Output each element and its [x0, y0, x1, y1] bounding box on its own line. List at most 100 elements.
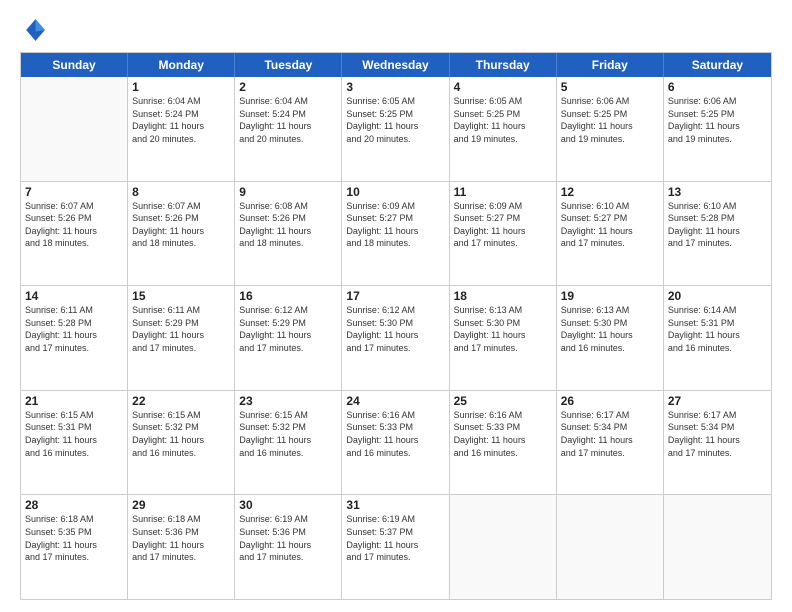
day-cell-13: 13Sunrise: 6:10 AM Sunset: 5:28 PM Dayli… [664, 182, 771, 286]
day-cell-31: 31Sunrise: 6:19 AM Sunset: 5:37 PM Dayli… [342, 495, 449, 599]
day-cell-5: 5Sunrise: 6:06 AM Sunset: 5:25 PM Daylig… [557, 77, 664, 181]
day-number: 23 [239, 394, 337, 408]
day-info: Sunrise: 6:13 AM Sunset: 5:30 PM Dayligh… [454, 304, 552, 354]
day-info: Sunrise: 6:15 AM Sunset: 5:32 PM Dayligh… [239, 409, 337, 459]
header-day-saturday: Saturday [664, 53, 771, 77]
day-number: 18 [454, 289, 552, 303]
day-number: 14 [25, 289, 123, 303]
day-number: 20 [668, 289, 767, 303]
day-number: 15 [132, 289, 230, 303]
day-number: 6 [668, 80, 767, 94]
day-info: Sunrise: 6:09 AM Sunset: 5:27 PM Dayligh… [454, 200, 552, 250]
calendar: SundayMondayTuesdayWednesdayThursdayFrid… [20, 52, 772, 600]
day-number: 25 [454, 394, 552, 408]
day-cell-18: 18Sunrise: 6:13 AM Sunset: 5:30 PM Dayli… [450, 286, 557, 390]
day-cell-11: 11Sunrise: 6:09 AM Sunset: 5:27 PM Dayli… [450, 182, 557, 286]
day-number: 5 [561, 80, 659, 94]
day-info: Sunrise: 6:19 AM Sunset: 5:37 PM Dayligh… [346, 513, 444, 563]
day-info: Sunrise: 6:07 AM Sunset: 5:26 PM Dayligh… [132, 200, 230, 250]
day-number: 3 [346, 80, 444, 94]
calendar-row-1: 7Sunrise: 6:07 AM Sunset: 5:26 PM Daylig… [21, 182, 771, 287]
day-number: 30 [239, 498, 337, 512]
day-info: Sunrise: 6:06 AM Sunset: 5:25 PM Dayligh… [668, 95, 767, 145]
day-info: Sunrise: 6:13 AM Sunset: 5:30 PM Dayligh… [561, 304, 659, 354]
day-info: Sunrise: 6:08 AM Sunset: 5:26 PM Dayligh… [239, 200, 337, 250]
day-info: Sunrise: 6:18 AM Sunset: 5:35 PM Dayligh… [25, 513, 123, 563]
calendar-row-3: 21Sunrise: 6:15 AM Sunset: 5:31 PM Dayli… [21, 391, 771, 496]
day-cell-8: 8Sunrise: 6:07 AM Sunset: 5:26 PM Daylig… [128, 182, 235, 286]
day-info: Sunrise: 6:05 AM Sunset: 5:25 PM Dayligh… [454, 95, 552, 145]
header-day-sunday: Sunday [21, 53, 128, 77]
header-day-wednesday: Wednesday [342, 53, 449, 77]
day-number: 10 [346, 185, 444, 199]
day-cell-6: 6Sunrise: 6:06 AM Sunset: 5:25 PM Daylig… [664, 77, 771, 181]
page: SundayMondayTuesdayWednesdayThursdayFrid… [0, 0, 792, 612]
empty-cell [450, 495, 557, 599]
day-cell-10: 10Sunrise: 6:09 AM Sunset: 5:27 PM Dayli… [342, 182, 449, 286]
header-day-thursday: Thursday [450, 53, 557, 77]
day-cell-26: 26Sunrise: 6:17 AM Sunset: 5:34 PM Dayli… [557, 391, 664, 495]
day-info: Sunrise: 6:15 AM Sunset: 5:32 PM Dayligh… [132, 409, 230, 459]
day-number: 13 [668, 185, 767, 199]
day-cell-2: 2Sunrise: 6:04 AM Sunset: 5:24 PM Daylig… [235, 77, 342, 181]
day-number: 24 [346, 394, 444, 408]
day-cell-16: 16Sunrise: 6:12 AM Sunset: 5:29 PM Dayli… [235, 286, 342, 390]
day-info: Sunrise: 6:12 AM Sunset: 5:30 PM Dayligh… [346, 304, 444, 354]
day-info: Sunrise: 6:11 AM Sunset: 5:29 PM Dayligh… [132, 304, 230, 354]
day-info: Sunrise: 6:10 AM Sunset: 5:28 PM Dayligh… [668, 200, 767, 250]
day-cell-4: 4Sunrise: 6:05 AM Sunset: 5:25 PM Daylig… [450, 77, 557, 181]
day-info: Sunrise: 6:04 AM Sunset: 5:24 PM Dayligh… [239, 95, 337, 145]
day-number: 26 [561, 394, 659, 408]
day-number: 16 [239, 289, 337, 303]
day-cell-17: 17Sunrise: 6:12 AM Sunset: 5:30 PM Dayli… [342, 286, 449, 390]
day-number: 2 [239, 80, 337, 94]
day-info: Sunrise: 6:17 AM Sunset: 5:34 PM Dayligh… [561, 409, 659, 459]
day-number: 12 [561, 185, 659, 199]
day-cell-29: 29Sunrise: 6:18 AM Sunset: 5:36 PM Dayli… [128, 495, 235, 599]
day-number: 8 [132, 185, 230, 199]
day-cell-21: 21Sunrise: 6:15 AM Sunset: 5:31 PM Dayli… [21, 391, 128, 495]
calendar-body: 1Sunrise: 6:04 AM Sunset: 5:24 PM Daylig… [21, 77, 771, 599]
day-info: Sunrise: 6:19 AM Sunset: 5:36 PM Dayligh… [239, 513, 337, 563]
day-number: 9 [239, 185, 337, 199]
calendar-header: SundayMondayTuesdayWednesdayThursdayFrid… [21, 53, 771, 77]
logo-icon [20, 16, 48, 44]
day-number: 27 [668, 394, 767, 408]
day-cell-23: 23Sunrise: 6:15 AM Sunset: 5:32 PM Dayli… [235, 391, 342, 495]
day-number: 17 [346, 289, 444, 303]
day-info: Sunrise: 6:09 AM Sunset: 5:27 PM Dayligh… [346, 200, 444, 250]
day-info: Sunrise: 6:16 AM Sunset: 5:33 PM Dayligh… [346, 409, 444, 459]
day-info: Sunrise: 6:16 AM Sunset: 5:33 PM Dayligh… [454, 409, 552, 459]
header [20, 16, 772, 44]
day-info: Sunrise: 6:06 AM Sunset: 5:25 PM Dayligh… [561, 95, 659, 145]
day-info: Sunrise: 6:18 AM Sunset: 5:36 PM Dayligh… [132, 513, 230, 563]
logo [20, 16, 50, 44]
header-day-friday: Friday [557, 53, 664, 77]
day-cell-15: 15Sunrise: 6:11 AM Sunset: 5:29 PM Dayli… [128, 286, 235, 390]
day-cell-3: 3Sunrise: 6:05 AM Sunset: 5:25 PM Daylig… [342, 77, 449, 181]
day-info: Sunrise: 6:12 AM Sunset: 5:29 PM Dayligh… [239, 304, 337, 354]
day-number: 21 [25, 394, 123, 408]
day-number: 11 [454, 185, 552, 199]
day-number: 19 [561, 289, 659, 303]
empty-cell [21, 77, 128, 181]
day-info: Sunrise: 6:07 AM Sunset: 5:26 PM Dayligh… [25, 200, 123, 250]
day-number: 31 [346, 498, 444, 512]
empty-cell [664, 495, 771, 599]
day-cell-7: 7Sunrise: 6:07 AM Sunset: 5:26 PM Daylig… [21, 182, 128, 286]
day-number: 22 [132, 394, 230, 408]
day-cell-28: 28Sunrise: 6:18 AM Sunset: 5:35 PM Dayli… [21, 495, 128, 599]
day-info: Sunrise: 6:04 AM Sunset: 5:24 PM Dayligh… [132, 95, 230, 145]
calendar-row-4: 28Sunrise: 6:18 AM Sunset: 5:35 PM Dayli… [21, 495, 771, 599]
day-cell-22: 22Sunrise: 6:15 AM Sunset: 5:32 PM Dayli… [128, 391, 235, 495]
day-cell-24: 24Sunrise: 6:16 AM Sunset: 5:33 PM Dayli… [342, 391, 449, 495]
day-cell-27: 27Sunrise: 6:17 AM Sunset: 5:34 PM Dayli… [664, 391, 771, 495]
day-info: Sunrise: 6:17 AM Sunset: 5:34 PM Dayligh… [668, 409, 767, 459]
day-number: 7 [25, 185, 123, 199]
day-info: Sunrise: 6:15 AM Sunset: 5:31 PM Dayligh… [25, 409, 123, 459]
header-day-tuesday: Tuesday [235, 53, 342, 77]
day-cell-30: 30Sunrise: 6:19 AM Sunset: 5:36 PM Dayli… [235, 495, 342, 599]
day-cell-1: 1Sunrise: 6:04 AM Sunset: 5:24 PM Daylig… [128, 77, 235, 181]
calendar-row-2: 14Sunrise: 6:11 AM Sunset: 5:28 PM Dayli… [21, 286, 771, 391]
day-info: Sunrise: 6:05 AM Sunset: 5:25 PM Dayligh… [346, 95, 444, 145]
